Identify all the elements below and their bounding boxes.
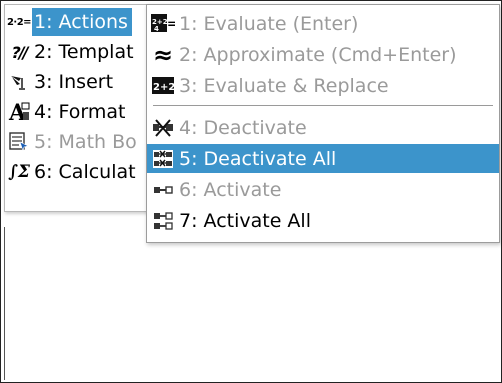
submenu-item-deactivate[interactable]: 4: Deactivate [147,113,499,142]
menu-item-format[interactable]: A 4: Format [5,98,149,126]
activate-all-icon [151,209,175,233]
menu-item-label: 3: Insert [34,71,114,93]
svg-text:4: 4 [154,25,159,33]
menu-item-label: 6: Calculat [34,161,136,183]
menu-item-label: 1: Actions [32,8,132,36]
deactivate-all-icon [151,147,175,171]
calculus-icon-glyph: ∫Σ [8,162,30,182]
menu-item-calculus[interactable]: ∫Σ 6: Calculat [5,158,149,186]
menu-item-label: 2: Templat [34,41,134,63]
submenu-item-label: 1: Evaluate (Enter) [179,12,359,35]
approximate-icon: ≈ [151,40,175,69]
activate-icon [151,178,175,202]
insert-icon [8,70,30,94]
app-window: 2·2= 1: Actions ?// 2: Templat 3: Insert [0,0,502,383]
submenu-item-label: 3: Evaluate & Replace [179,74,389,97]
submenu-separator [153,105,493,106]
submenu-item-label: 7: Activate All [179,209,311,232]
actions-icon-glyph: 2·2= [6,16,32,28]
approximate-icon-glyph: ≈ [152,40,174,69]
submenu-item-approximate[interactable]: ≈ 2: Approximate (Cmd+Enter) [147,40,499,69]
actions-submenu: 2+2 4 = 1: Evaluate (Enter) ≈ 2: Approxi… [146,4,500,243]
menu-item-insert[interactable]: 3: Insert [5,68,149,96]
menu-item-templates[interactable]: ?// 2: Templat [5,38,149,66]
submenu-item-evaluate[interactable]: 2+2 4 = 1: Evaluate (Enter) [147,9,499,38]
menu-item-math-boxes[interactable]: 5: Math Bo [5,128,149,156]
svg-text:=: = [167,17,175,31]
templates-icon: ?// [8,40,30,64]
menu-item-actions[interactable]: 2·2= 1: Actions [5,8,149,36]
svg-text:2+2: 2+2 [153,82,175,93]
evaluate-replace-icon: 2+2 [151,74,175,98]
actions-icon: 2·2= [6,10,32,34]
submenu-item-activate[interactable]: 6: Activate [147,175,499,204]
format-icon: A [8,100,30,124]
math-box-document-area[interactable] [4,227,499,380]
submenu-item-deactivate-all[interactable]: 5: Deactivate All [147,144,499,173]
menu-item-label: 5: Math Bo [34,131,137,153]
submenu-item-label: 4: Deactivate [179,116,307,139]
menu-item-label: 4: Format [34,101,126,123]
submenu-item-label: 2: Approximate (Cmd+Enter) [179,43,457,66]
deactivate-icon [151,116,175,140]
submenu-item-activate-all[interactable]: 7: Activate All [147,206,499,235]
calculus-icon: ∫Σ [8,160,30,184]
templates-icon-glyph: ?// [11,42,29,62]
main-menu: 2·2= 1: Actions ?// 2: Templat 3: Insert [4,4,150,212]
math-boxes-icon [8,130,30,154]
evaluate-icon: 2+2 4 = [151,12,175,36]
submenu-item-label: 5: Deactivate All [179,147,337,170]
submenu-item-evaluate-replace[interactable]: 2+2 3: Evaluate & Replace [147,71,499,100]
submenu-item-label: 6: Activate [179,178,282,201]
